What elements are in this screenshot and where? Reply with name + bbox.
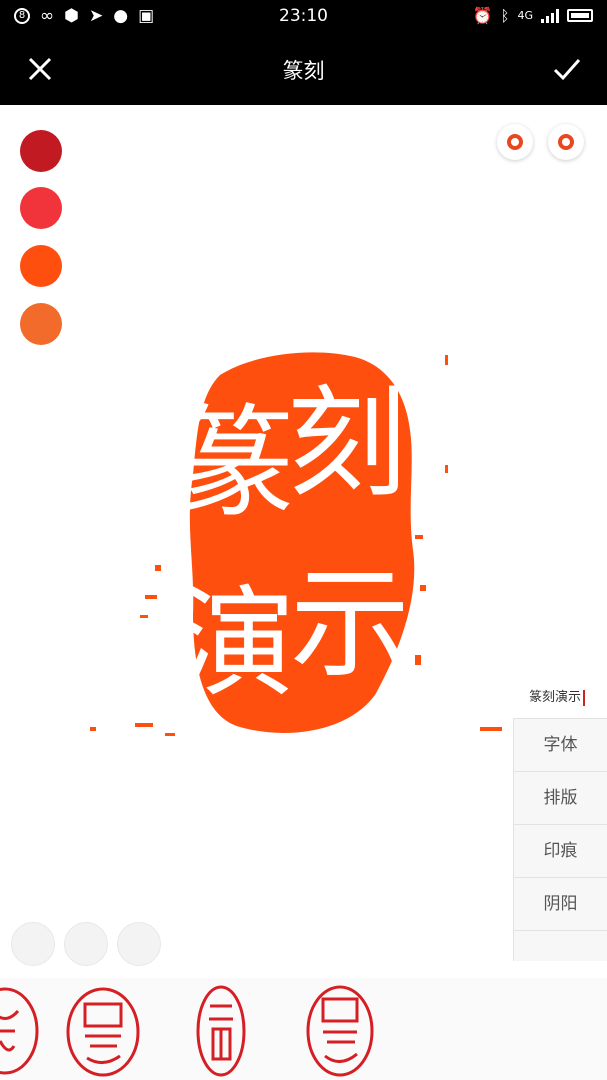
seal-graphic: 刻 篆 示 演 (90, 352, 502, 736)
seal-char-top-right: 刻 (287, 375, 407, 514)
ghost-button-1[interactable] (11, 922, 55, 966)
seal-template-3[interactable] (195, 984, 247, 1078)
check-icon (553, 59, 581, 81)
color-swatch-red[interactable] (20, 187, 62, 229)
seal-template-1[interactable] (0, 986, 40, 1076)
signal-icon (541, 8, 559, 23)
menu-item-layout[interactable]: 排版 (513, 771, 607, 824)
bluetooth-icon: ᛒ (500, 6, 510, 25)
page-title: 篆刻 (282, 59, 325, 83)
menu-item-impression[interactable]: 印痕 (513, 824, 607, 877)
side-menu: 字体 排版 印痕 阴阳 (513, 718, 607, 961)
seal-char-bottom-left: 演 (175, 575, 295, 714)
ring-option-button-2[interactable] (548, 124, 584, 160)
menu-item-font[interactable]: 字体 (513, 718, 607, 771)
seal-char-bottom-right: 示 (290, 555, 410, 694)
seal-template-4[interactable] (305, 984, 375, 1078)
ghost-button-3[interactable] (117, 922, 161, 966)
top-toolbar: 篆刻 (0, 33, 607, 105)
color-swatch-orange[interactable] (20, 303, 62, 345)
ghost-button-2[interactable] (64, 922, 108, 966)
network-type: 4G (517, 9, 533, 22)
menu-item-more[interactable] (513, 930, 607, 961)
ring-option-button-1[interactable] (497, 124, 533, 160)
seal-template-strip[interactable] (0, 978, 607, 1080)
color-swatch-dark-red[interactable] (20, 130, 62, 172)
color-swatch-orange-red[interactable] (20, 245, 62, 287)
status-bar: 8 ∞ ⬢ ➤ ● ▣ 23:10 ⏰ ᛒ 4G (0, 0, 607, 33)
confirm-button[interactable] (549, 51, 585, 87)
seal-preview[interactable]: 刻 篆 示 演 (85, 335, 515, 755)
alarm-icon: ⏰ (472, 6, 493, 25)
status-icons-right: ⏰ ᛒ 4G (473, 6, 593, 25)
stamp-text-label[interactable]: 篆刻演示 (529, 686, 585, 706)
battery-icon (567, 9, 593, 22)
seal-char-top-left: 篆 (175, 395, 295, 534)
seal-template-2[interactable] (65, 986, 141, 1078)
menu-item-yin-yang[interactable]: 阴阳 (513, 877, 607, 930)
